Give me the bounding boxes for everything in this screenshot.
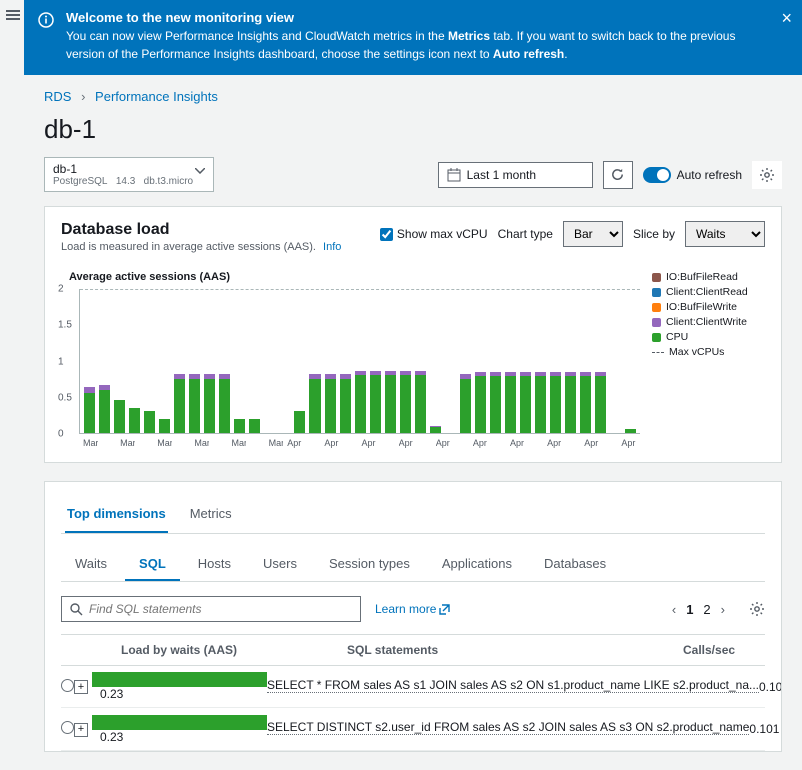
table-row: +0.23SELECT DISTINCT s2.user_id FROM sal… bbox=[61, 708, 765, 750]
sql-statement[interactable]: SELECT DISTINCT s2.user_id FROM sales AS… bbox=[267, 720, 749, 735]
refresh-button[interactable] bbox=[603, 161, 633, 189]
tab-top-dimensions[interactable]: Top dimensions bbox=[65, 496, 168, 533]
calendar-icon bbox=[447, 168, 461, 182]
tab-metrics[interactable]: Metrics bbox=[188, 496, 234, 533]
subtab-sql[interactable]: SQL bbox=[125, 548, 180, 581]
page-title: db-1 bbox=[44, 114, 782, 145]
table-header: Load by waits (AAS) SQL statements Calls… bbox=[61, 634, 765, 666]
breadcrumb-current: Performance Insights bbox=[95, 89, 218, 104]
hamburger-menu[interactable] bbox=[6, 8, 20, 22]
breadcrumb-root[interactable]: RDS bbox=[44, 89, 71, 104]
banner-body: You can now view Performance Insights an… bbox=[66, 27, 766, 63]
subtab-waits[interactable]: Waits bbox=[61, 548, 121, 581]
page-prev[interactable]: ‹ bbox=[672, 602, 676, 617]
auto-refresh-label: Auto refresh bbox=[677, 168, 742, 182]
search-icon bbox=[70, 603, 83, 616]
chart-legend: IO:BufFileReadClient:ClientReadIO:BufFil… bbox=[640, 271, 765, 448]
show-max-vcpu-checkbox[interactable]: Show max vCPU bbox=[380, 227, 488, 241]
sql-search[interactable] bbox=[61, 596, 361, 622]
slice-by-select[interactable]: Waits bbox=[685, 221, 765, 247]
database-load-panel: Database load Load is measured in averag… bbox=[44, 206, 782, 463]
table-settings-button[interactable] bbox=[749, 601, 765, 617]
subtab-hosts[interactable]: Hosts bbox=[184, 548, 245, 581]
load-chart: 00.511.52 bbox=[79, 289, 640, 434]
row-select[interactable] bbox=[61, 679, 74, 692]
table-row: +0.23SELECT * FROM sales AS s1 JOIN sale… bbox=[61, 666, 765, 708]
auto-refresh-toggle[interactable] bbox=[643, 167, 671, 183]
settings-button[interactable] bbox=[752, 161, 782, 189]
chart-type-select[interactable]: Bar bbox=[563, 221, 623, 247]
page-1[interactable]: 1 bbox=[686, 602, 693, 617]
database-selector[interactable]: db-1 PostgreSQL 14.3 db.t3.micro bbox=[44, 157, 214, 192]
subtab-session-types[interactable]: Session types bbox=[315, 548, 424, 581]
info-link[interactable]: Info bbox=[323, 241, 341, 253]
breadcrumb: RDS › Performance Insights bbox=[44, 89, 782, 104]
row-expand[interactable]: + bbox=[74, 723, 88, 737]
row-expand[interactable]: + bbox=[74, 680, 88, 694]
subtab-applications[interactable]: Applications bbox=[428, 548, 526, 581]
time-range-selector[interactable]: Last 1 month bbox=[438, 162, 593, 188]
search-input[interactable] bbox=[89, 602, 352, 616]
pagination: ‹ 1 2 › bbox=[672, 602, 725, 617]
chart-title: Average active sessions (AAS) bbox=[69, 271, 640, 283]
dimensions-panel: Top dimensions Metrics WaitsSQLHostsUsers… bbox=[44, 481, 782, 752]
panel-title: Database load bbox=[61, 221, 341, 239]
page-next[interactable]: › bbox=[721, 602, 725, 617]
close-icon[interactable]: × bbox=[781, 8, 792, 29]
subtab-users[interactable]: Users bbox=[249, 548, 311, 581]
subtab-databases[interactable]: Databases bbox=[530, 548, 620, 581]
banner-title: Welcome to the new monitoring view bbox=[66, 10, 766, 25]
page-2[interactable]: 2 bbox=[703, 602, 710, 617]
info-icon bbox=[38, 12, 54, 28]
row-select[interactable] bbox=[61, 721, 74, 734]
sql-statement[interactable]: SELECT * FROM sales AS s1 JOIN sales AS … bbox=[267, 678, 759, 693]
caret-down-icon bbox=[195, 168, 205, 174]
learn-more-link[interactable]: Learn more bbox=[375, 602, 450, 616]
info-banner: Welcome to the new monitoring view You c… bbox=[24, 0, 802, 75]
